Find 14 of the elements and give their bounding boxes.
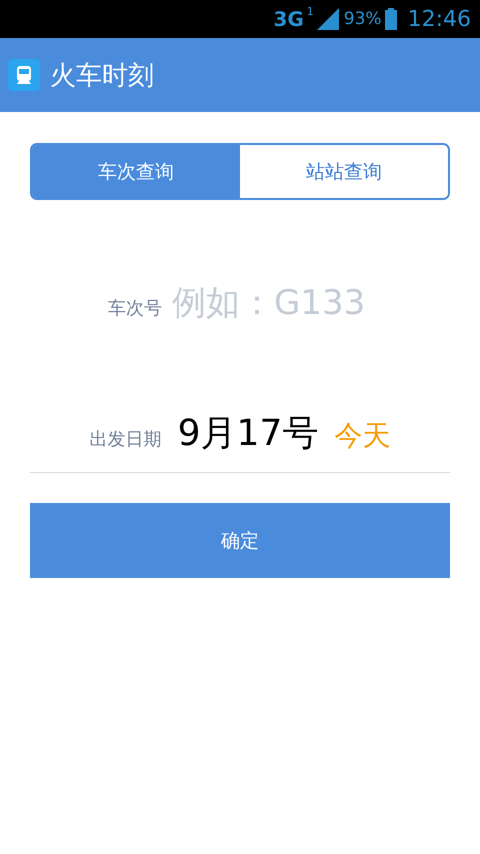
train-icon <box>8 59 40 91</box>
today-label: 今天 <box>334 418 390 454</box>
clock: 12:46 <box>408 6 471 32</box>
app-title: 火车时刻 <box>50 60 154 92</box>
sim-number: 1 <box>306 5 314 18</box>
date-value[interactable]: 9月17号 <box>178 409 318 458</box>
field-label: 出发日期 <box>90 428 162 451</box>
field-label: 车次号 <box>108 297 162 320</box>
battery-icon <box>384 8 397 30</box>
battery-percent: 93% <box>344 9 382 29</box>
tab[interactable]: 车次查询 <box>32 145 240 198</box>
confirm-button[interactable]: 确定 <box>30 503 450 578</box>
network-type: 3G <box>273 7 304 31</box>
signal-icon <box>316 8 339 30</box>
